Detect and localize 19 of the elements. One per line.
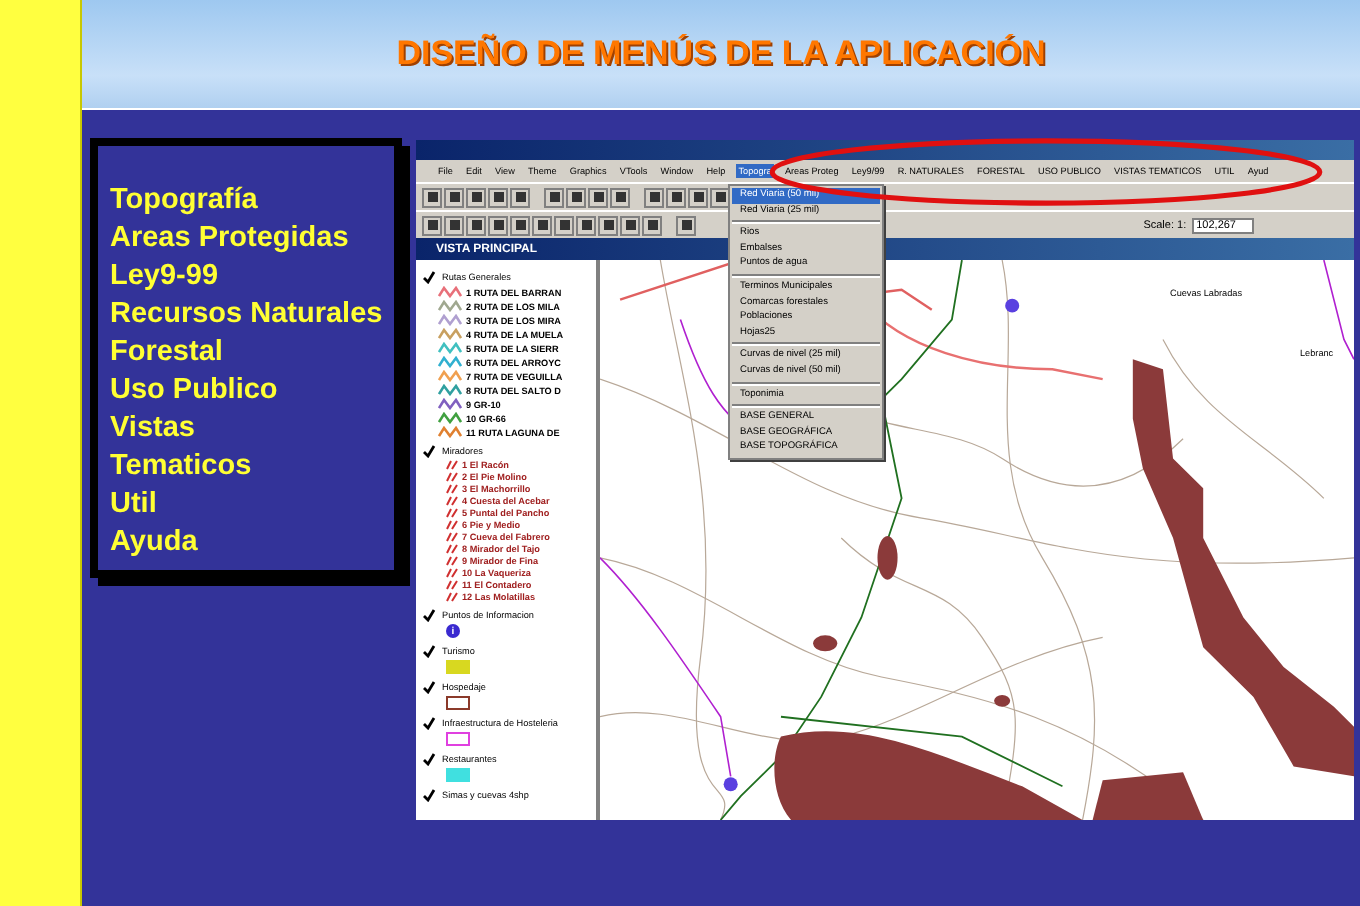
checkbox[interactable] [422, 270, 436, 284]
menu-summary-item: Ley9-99 [110, 258, 221, 296]
checkbox[interactable] [422, 644, 436, 658]
menu-summary-item: Uso Publico [110, 372, 280, 410]
checkbox[interactable] [422, 680, 436, 694]
menu-summary-item: Util [110, 486, 159, 524]
menu-summary-item: Areas Protegidas [110, 220, 351, 258]
checkbox[interactable] [422, 716, 436, 730]
checkbox[interactable] [422, 608, 436, 622]
menu-summary-item: Vistas [110, 410, 197, 448]
menu-summary-item: Recursos Naturales [110, 296, 385, 334]
checkbox[interactable] [422, 444, 436, 458]
checkbox[interactable] [422, 788, 436, 802]
menu-summary-item: Topografía [110, 182, 260, 220]
checkbox[interactable] [422, 752, 436, 766]
menu-summary-item: Tematicos [110, 448, 254, 486]
menu-summary-item: Ayuda [110, 524, 200, 562]
menu-summary-item: Forestal [110, 334, 225, 372]
slide-title: DISEÑO DE MENÚS DE LA APLICACIÓN [396, 34, 1046, 74]
